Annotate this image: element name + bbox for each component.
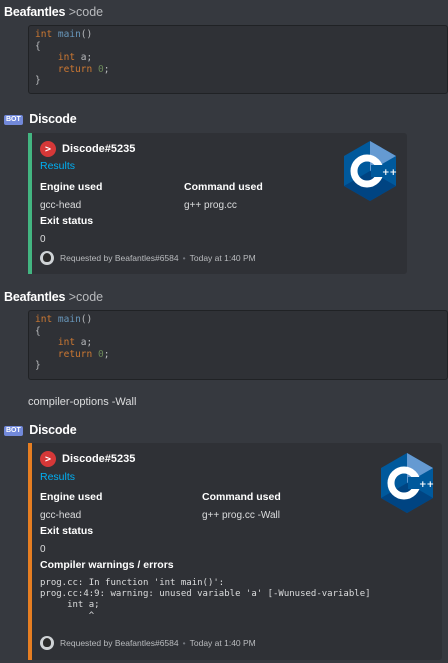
message-header: Beafantles >code	[4, 289, 103, 305]
command-field-value: g++ prog.cc	[184, 200, 237, 211]
terminal-prompt-icon: >	[40, 451, 56, 467]
footer-separator: •	[182, 253, 186, 263]
cpp-logo-icon[interactable]: ++	[341, 139, 399, 203]
terminal-prompt-icon: >	[40, 141, 56, 157]
exit-field-value: 0	[40, 234, 46, 245]
exit-field-name: Exit status	[40, 215, 94, 227]
embed-author: > Discode#5235	[40, 451, 135, 467]
code-line: {	[35, 325, 41, 337]
engine-field-name: Engine used	[40, 491, 103, 503]
bot-tag: BOT	[4, 115, 23, 125]
code-line: int main()	[35, 29, 93, 40]
code-block: int main(){ int a; return 0;}	[28, 310, 448, 380]
embed-author-name[interactable]: Discode#5235	[62, 143, 135, 155]
code-block: int main(){ int a; return 0;}	[28, 25, 448, 94]
code-line: int main()	[35, 314, 93, 325]
user-avatar-icon	[40, 636, 54, 650]
message-header: BOT Discode	[4, 422, 77, 438]
footer-requested-by: Requested by Beafantles#6584	[60, 638, 179, 648]
code-line: }	[35, 360, 41, 371]
message-author[interactable]: Beafantles	[4, 290, 65, 304]
message-author[interactable]: Discode	[29, 112, 76, 126]
svg-text:++: ++	[382, 168, 397, 178]
message-header: Beafantles >code	[4, 4, 103, 20]
engine-field-name: Engine used	[40, 181, 103, 193]
embed-author: > Discode#5235	[40, 141, 135, 157]
exit-field-value: 0	[40, 544, 46, 555]
message-text: compiler-options -Wall	[28, 396, 137, 408]
footer-timestamp: Today at 1:40 PM	[189, 638, 256, 648]
message-author[interactable]: Beafantles	[4, 5, 65, 19]
embed-author-name[interactable]: Discode#5235	[62, 453, 135, 465]
code-line: int a;	[57, 337, 93, 348]
cpp-logo-icon[interactable]: ++	[378, 451, 436, 515]
warnings-output: prog.cc: In function 'int main()': prog.…	[40, 578, 371, 621]
code-line: return 0;	[57, 348, 110, 360]
embed-title[interactable]: Results	[40, 471, 75, 483]
message-author[interactable]: Discode	[29, 423, 76, 437]
code-line: }	[35, 75, 41, 86]
code-line: int a;	[57, 52, 93, 63]
footer-timestamp: Today at 1:40 PM	[189, 253, 256, 263]
embed-footer: Requested by Beafantles#6584 • Today at …	[40, 251, 256, 265]
message-inline-text: >code	[68, 5, 104, 19]
command-field-name: Command used	[202, 491, 281, 503]
message-inline-text: >code	[68, 290, 104, 304]
warnings-field-name: Compiler warnings / errors	[40, 559, 174, 571]
embed-title[interactable]: Results	[40, 160, 75, 172]
svg-text:++: ++	[419, 480, 434, 490]
user-avatar-icon	[40, 251, 54, 265]
exit-field-name: Exit status	[40, 525, 94, 537]
bot-tag: BOT	[4, 426, 23, 436]
engine-field-value: gcc-head	[40, 200, 82, 211]
command-field-name: Command used	[184, 181, 263, 193]
engine-field-value: gcc-head	[40, 510, 82, 521]
results-embed: > Discode#5235 Results Engine used gcc-h…	[28, 443, 442, 660]
code-line: {	[35, 40, 41, 52]
footer-separator: •	[182, 638, 186, 648]
footer-requested-by: Requested by Beafantles#6584	[60, 253, 179, 263]
code-line: return 0;	[57, 63, 110, 75]
command-field-value: g++ prog.cc -Wall	[202, 510, 280, 521]
message-header: BOT Discode	[4, 111, 77, 127]
embed-footer: Requested by Beafantles#6584 • Today at …	[40, 636, 256, 650]
results-embed: > Discode#5235 Results Engine used gcc-h…	[28, 133, 407, 274]
